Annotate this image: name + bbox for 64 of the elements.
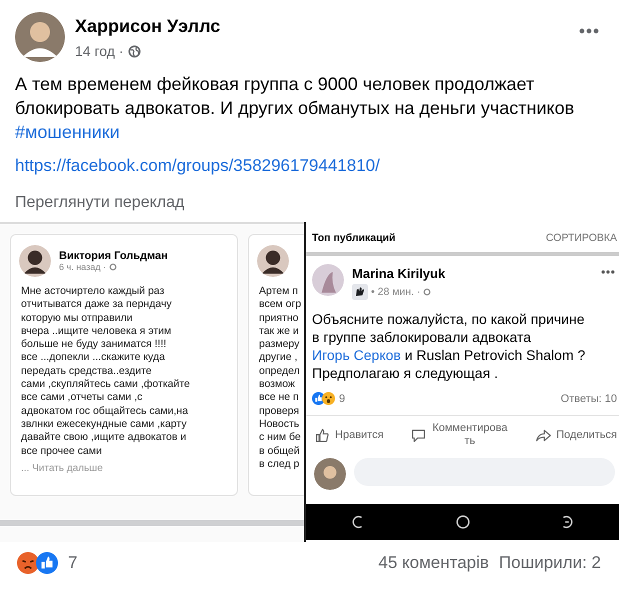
post-link[interactable]: https://facebook.com/groups/358296179441810/ bbox=[15, 156, 380, 176]
author-name[interactable]: Харрисон Уэллс bbox=[75, 16, 220, 37]
avatar bbox=[257, 245, 289, 277]
author-name[interactable]: Marina Kirilyuk bbox=[352, 266, 446, 281]
text-line: возмож bbox=[259, 378, 296, 392]
text-line: в общей bbox=[259, 444, 301, 458]
like-reaction-icon bbox=[36, 552, 58, 574]
angry-reaction-icon bbox=[17, 552, 39, 574]
mention-link[interactable]: Игорь Серков bbox=[312, 347, 401, 363]
avatar bbox=[19, 245, 51, 277]
post-time: 6 ч. назад · bbox=[59, 262, 106, 272]
reaction-count: 9 bbox=[339, 392, 346, 404]
text-line: определ bbox=[259, 364, 301, 378]
text-line: давайте свою ,ищите адвокатов и bbox=[21, 431, 188, 445]
text-line: Мне асточиртело каждый раз bbox=[21, 285, 166, 298]
comments-count[interactable]: 45 коментарів bbox=[378, 553, 489, 573]
share-button[interactable]: Поделиться bbox=[535, 422, 617, 448]
text-line: отчитыватся даже за перндачу bbox=[21, 298, 173, 312]
more-icon bbox=[579, 28, 599, 34]
text-line: Новость bbox=[259, 418, 300, 432]
text-line: которую мы отправили bbox=[21, 312, 134, 325]
separator: · bbox=[118, 43, 124, 59]
section-title: Топ публикаций bbox=[312, 232, 396, 244]
text-line: все прочее сами bbox=[21, 444, 103, 458]
avatar bbox=[312, 264, 344, 296]
sort-button[interactable]: СОРТИРОВКА bbox=[546, 232, 617, 244]
text-line: с ним бе bbox=[259, 431, 302, 445]
text-line: приятно bbox=[259, 312, 300, 325]
author-name[interactable]: Виктория Гольдман bbox=[59, 250, 168, 262]
hands-badge-icon bbox=[352, 284, 368, 300]
text-line: сами ,скупляйтесь сами ,фоткайте bbox=[21, 378, 191, 392]
avatar bbox=[15, 12, 65, 62]
text-line: проверя bbox=[259, 404, 300, 418]
text-line: всем огр bbox=[259, 298, 302, 312]
read-more-link[interactable]: ... Читать дальше bbox=[21, 462, 103, 474]
replies-count[interactable]: Ответы: 10 bbox=[560, 392, 617, 404]
translate-link[interactable]: Переглянути переклад bbox=[15, 194, 604, 212]
comment-time: • 28 мин. · bbox=[371, 286, 420, 298]
more-icon bbox=[601, 270, 615, 274]
text-line: все сами ,отчеты сами ,с bbox=[21, 391, 144, 405]
text-line: больше не буду заниматся !!!! bbox=[21, 338, 168, 352]
like-button[interactable]: Нравится bbox=[314, 422, 384, 448]
post-time[interactable]: 14 год bbox=[75, 43, 115, 59]
shares-count[interactable]: Поширили: 2 bbox=[498, 553, 601, 573]
comment-text: Объясните пожалуйста, по какой причине в группе заблокировали адвоката Игорь Серков и Ruslan Petrovich Shalom ? Предполагаю я следующая . bbox=[312, 310, 586, 382]
text-line: Артем п bbox=[259, 285, 299, 298]
text-line: в след р bbox=[259, 458, 300, 472]
home-icon bbox=[454, 513, 472, 531]
text-line: другие , bbox=[259, 351, 298, 365]
avatar bbox=[314, 458, 346, 490]
text-line: звлнки ежесекундные сами ,карту bbox=[21, 418, 188, 432]
comment-button[interactable]: Комментировать bbox=[410, 422, 509, 448]
text-line: передать средства..ездите bbox=[21, 364, 153, 378]
text-line: все не п bbox=[259, 391, 300, 405]
text-line: так же и bbox=[259, 324, 300, 338]
text-line: адвокатом гос общайтесь сами,на bbox=[21, 404, 190, 418]
text-line: все ...допекли ...скажите куда bbox=[21, 351, 166, 365]
wow-reaction-icon bbox=[322, 392, 336, 405]
reaction-count[interactable]: 7 bbox=[68, 553, 78, 573]
text-line: вчера ..ищите человека я этим bbox=[21, 324, 172, 338]
post-text: А тем временем фейковая группа с 9000 человек продолжает блокировать адвокатов. И других обманутых на деньги участников #мошенники bbox=[15, 73, 575, 144]
hashtag-link[interactable]: #мошенники bbox=[15, 122, 120, 142]
thumbs-up-icon bbox=[314, 426, 332, 444]
text-line: размеру bbox=[259, 338, 300, 352]
